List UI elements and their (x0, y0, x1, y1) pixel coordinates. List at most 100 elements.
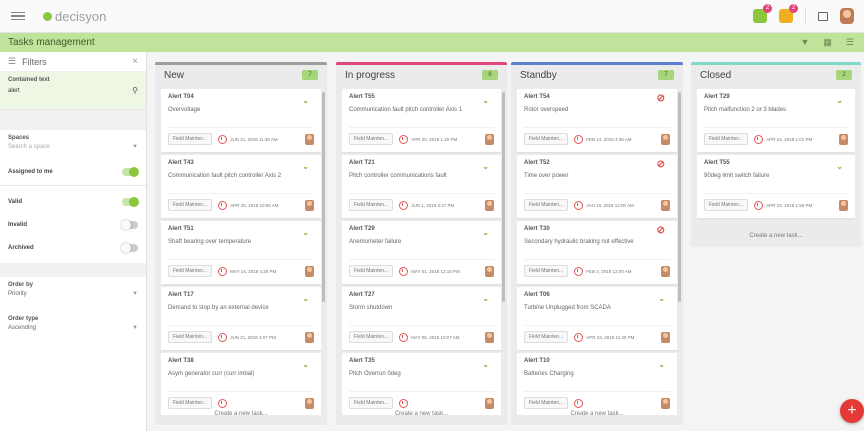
assignee-avatar (305, 199, 314, 211)
assignee-avatar (305, 265, 314, 277)
create-task-link[interactable]: Create a new task... (155, 411, 327, 417)
close-icon[interactable]: × (132, 56, 138, 67)
alert-icon[interactable]: 2 (779, 4, 798, 23)
task-date: MAY 01, 2018 12:18 PM (411, 268, 460, 274)
chevron-down-icon[interactable]: ⌄ (658, 294, 665, 303)
blocked-icon[interactable]: ⊘ (657, 93, 665, 104)
task-card[interactable]: Alert T35 Pitch Overrun 0deg ⌄ Field Mainte… (342, 353, 501, 415)
blocked-icon[interactable]: ⊘ (657, 159, 665, 170)
task-card[interactable]: Alert T52 Time over power ⊘ Field Mainten..… (517, 155, 677, 218)
create-task-link[interactable]: Create a new task... (511, 411, 683, 417)
chevron-down-icon[interactable]: ⌄ (482, 96, 489, 105)
task-card[interactable]: Alert T38 Asym generator curr (curr imbal… (161, 353, 321, 415)
task-card[interactable]: Alert T04 Overvoltage ⌄ Field Mainten... JUN… (161, 89, 321, 152)
assigned-to-me-toggle[interactable] (122, 166, 139, 177)
add-task-button[interactable]: + (840, 399, 864, 423)
column-count: 6 (482, 70, 498, 80)
order-by-label: Order by (8, 282, 34, 288)
task-footer: Field Mainten... JUN 21, 2018 4:07 PM (168, 325, 314, 343)
task-card[interactable]: Alert T54 Rotor overspeed ⊘ Field Mainten..… (517, 89, 677, 152)
filter-lines-icon: ☰ (8, 56, 17, 66)
task-card[interactable]: Alert T51 Shaft bearing over temperature ⌄… (161, 221, 321, 284)
task-card[interactable]: Alert T29 Pitch malfunction 2 or 3 blades… (697, 89, 855, 152)
task-tag: Field Mainten... (168, 397, 213, 409)
filter-icon[interactable]: ▼ (800, 37, 809, 48)
app-logo[interactable]: decisyon (43, 9, 106, 24)
order-by-select[interactable]: Priority (8, 291, 27, 297)
scrollbar[interactable] (322, 92, 325, 302)
task-card[interactable]: Alert T55 90deg limit switch failure ⌄ Fiel… (697, 155, 855, 218)
task-card[interactable]: Alert T21 Pitch controller communications… (342, 155, 501, 218)
column-closed: Closed 2 Alert T29 Pitch malfunction 2 or… (691, 62, 861, 247)
chevron-down-icon[interactable]: ⌄ (482, 360, 489, 369)
spaces-label: Spaces (8, 135, 30, 141)
clock-icon (218, 398, 228, 408)
task-card[interactable]: Alert T43 Communication fault pitch contr… (161, 155, 321, 218)
task-card[interactable]: Alert T17 Demand to stop by an external d… (161, 287, 321, 350)
scrollbar[interactable] (678, 92, 681, 302)
task-card[interactable]: Alert T55 Communication fault pitch contr… (342, 89, 501, 152)
chevron-down-icon[interactable]: ⌄ (482, 294, 489, 303)
chevron-down-icon[interactable]: ▼ (132, 291, 138, 297)
valid-toggle[interactable] (122, 196, 139, 207)
scrollbar[interactable] (502, 92, 505, 302)
list-view-icon[interactable]: ☰ (846, 37, 854, 48)
chevron-down-icon[interactable]: ⌄ (302, 96, 309, 105)
search-icon[interactable]: ⚲ (132, 86, 138, 95)
menu-icon[interactable] (11, 11, 25, 21)
assigned-to-me-label: Assigned to me (8, 168, 53, 175)
task-title: Alert T29 (349, 226, 375, 232)
archived-toggle[interactable] (121, 242, 138, 253)
task-footer: Field Mainten... APR 20, 2018 1:20 PM (349, 127, 494, 145)
invalid-label: Invalid (8, 221, 28, 228)
task-description: Pitch malfunction 2 or 3 blades (704, 107, 787, 113)
task-title: Alert T55 (704, 160, 730, 166)
task-card[interactable]: Alert T29 Anemometer failure ⌄ Field Mainte… (342, 221, 501, 284)
task-card[interactable]: Alert T27 Storm shutdown ⌄ Field Mainten...… (342, 287, 501, 350)
column-standby: Standby 7 Alert T54 Rotor overspeed ⊘ Field… (511, 62, 683, 425)
chevron-down-icon[interactable]: ⌄ (302, 228, 309, 237)
grid-view-icon[interactable]: ▦ (823, 37, 832, 48)
filters-title: Filters (22, 56, 47, 67)
chevron-down-icon[interactable]: ▼ (132, 144, 138, 150)
chevron-down-icon[interactable]: ⌄ (302, 294, 309, 303)
chevron-down-icon[interactable]: ⌄ (302, 360, 309, 369)
clock-icon (754, 200, 764, 210)
fullscreen-icon[interactable] (818, 11, 828, 21)
chevron-down-icon[interactable]: ⌄ (836, 96, 843, 105)
contained-text-input[interactable]: alert (8, 88, 20, 94)
create-task-link[interactable]: Create a new task... (691, 233, 861, 239)
task-card[interactable]: Alert T30 Secondary hydraulic braking not… (517, 221, 677, 284)
task-title: Alert T06 (524, 292, 550, 298)
invalid-row: Invalid (0, 213, 146, 236)
chevron-down-icon[interactable]: ⌄ (482, 162, 489, 171)
task-tag: Field Mainten... (168, 331, 213, 343)
logo-mark-icon (43, 11, 52, 21)
invalid-toggle[interactable] (121, 219, 138, 230)
blocked-icon[interactable]: ⊘ (657, 225, 665, 236)
task-card[interactable]: Alert T10 Batteries Charging ⌄ Field Mainte… (517, 353, 677, 415)
task-tag: Field Mainten... (349, 331, 394, 343)
task-card[interactable]: Alert T06 Turbine Unplugged from SCADA ⌄ Fi… (517, 287, 677, 350)
chevron-down-icon[interactable]: ⌄ (302, 162, 309, 171)
chevron-down-icon[interactable]: ▼ (132, 325, 138, 331)
spaces-select[interactable]: Search a space (8, 144, 50, 150)
chevron-down-icon[interactable]: ⌄ (482, 228, 489, 237)
spaces-field: Spaces Search a space ▼ (0, 130, 146, 160)
clock-icon (218, 266, 228, 276)
create-task-link[interactable]: Create a new task... (336, 411, 507, 417)
notification-icon[interactable]: 2 (753, 4, 772, 23)
chevron-down-icon[interactable]: ⌄ (836, 162, 843, 171)
user-avatar[interactable] (840, 8, 854, 24)
chevron-down-icon[interactable]: ⌄ (658, 360, 665, 369)
contained-text-field: Contained text alert ⚲ (0, 72, 146, 110)
task-description: Turbine Unplugged from SCADA (524, 305, 611, 311)
clock-icon (574, 266, 584, 276)
clock-icon (399, 398, 409, 408)
clock-icon (399, 134, 409, 144)
order-type-select[interactable]: Ascending (8, 325, 36, 331)
page-title: Tasks management (8, 37, 95, 48)
contained-text-label: Contained text (8, 77, 50, 83)
task-footer: Field Mainten... JUN 1, 2018 3:47 PM (349, 193, 494, 211)
assignee-avatar (305, 133, 314, 145)
